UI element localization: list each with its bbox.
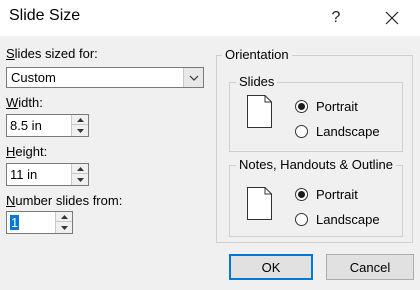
spin-down-icon (76, 128, 84, 133)
height-decrement-button[interactable] (72, 174, 88, 185)
width-increment-button[interactable] (72, 115, 88, 125)
ok-button[interactable]: OK (229, 254, 313, 280)
slides-sized-for-value: Custom (11, 70, 56, 85)
notes-portrait-radio[interactable]: Portrait (295, 187, 358, 202)
width-value[interactable]: 8.5 in (10, 118, 42, 133)
number-slides-from-label: Number slides from: (6, 193, 123, 208)
notes-landscape-radio[interactable]: Landscape (295, 212, 380, 227)
chevron-down-icon (189, 75, 198, 81)
width-spinner[interactable]: 8.5 in (6, 114, 89, 137)
number-decrement-button[interactable] (56, 222, 72, 233)
width-label: Width: (6, 95, 43, 110)
number-slides-from-value[interactable]: 1 (10, 215, 20, 230)
slides-portrait-radio[interactable]: Portrait (295, 99, 358, 114)
radio-button[interactable] (295, 213, 308, 226)
notes-portrait-label: Portrait (316, 187, 358, 202)
spin-up-icon (60, 214, 68, 219)
height-label: Height: (6, 144, 48, 159)
close-button[interactable] (372, 0, 412, 36)
notes-orientation-caption: Notes, Handouts & Outline (236, 157, 396, 172)
width-spin-buttons (71, 115, 88, 136)
slides-orientation-caption: Slides (236, 74, 278, 89)
number-increment-button[interactable] (56, 212, 72, 222)
height-increment-button[interactable] (72, 164, 88, 174)
radio-button[interactable] (295, 125, 308, 138)
width-decrement-button[interactable] (72, 125, 88, 136)
title-bar: Slide Size ? (0, 0, 420, 36)
orientation-caption: Orientation (222, 47, 292, 62)
slides-portrait-label: Portrait (316, 99, 358, 114)
slides-landscape-radio[interactable]: Landscape (295, 124, 380, 139)
height-spinner[interactable]: 11 in (6, 163, 89, 186)
height-value[interactable]: 11 in (10, 167, 37, 182)
slides-sized-for-select[interactable]: Custom (6, 67, 204, 88)
height-spin-buttons (71, 164, 88, 185)
spin-up-icon (76, 117, 84, 122)
number-slides-from-spinner[interactable]: 1 (6, 211, 73, 234)
slides-landscape-label: Landscape (316, 124, 380, 139)
number-spin-buttons (55, 212, 72, 233)
cancel-button[interactable]: Cancel (326, 254, 414, 280)
radio-button[interactable] (295, 100, 308, 113)
slides-sized-for-label: Slides sized for: (6, 46, 98, 61)
spin-down-icon (60, 225, 68, 230)
help-button[interactable]: ? (322, 0, 350, 36)
slides-sized-for-label-rest: lides sized for: (14, 46, 98, 61)
close-icon (385, 11, 399, 25)
portrait-page-icon (247, 95, 272, 128)
dialog-title: Slide Size (9, 7, 81, 24)
notes-landscape-label: Landscape (316, 212, 380, 227)
portrait-page-icon (247, 187, 272, 220)
spin-down-icon (76, 177, 84, 182)
spin-up-icon (76, 166, 84, 171)
dropdown-button[interactable] (183, 68, 203, 87)
radio-button[interactable] (295, 188, 308, 201)
